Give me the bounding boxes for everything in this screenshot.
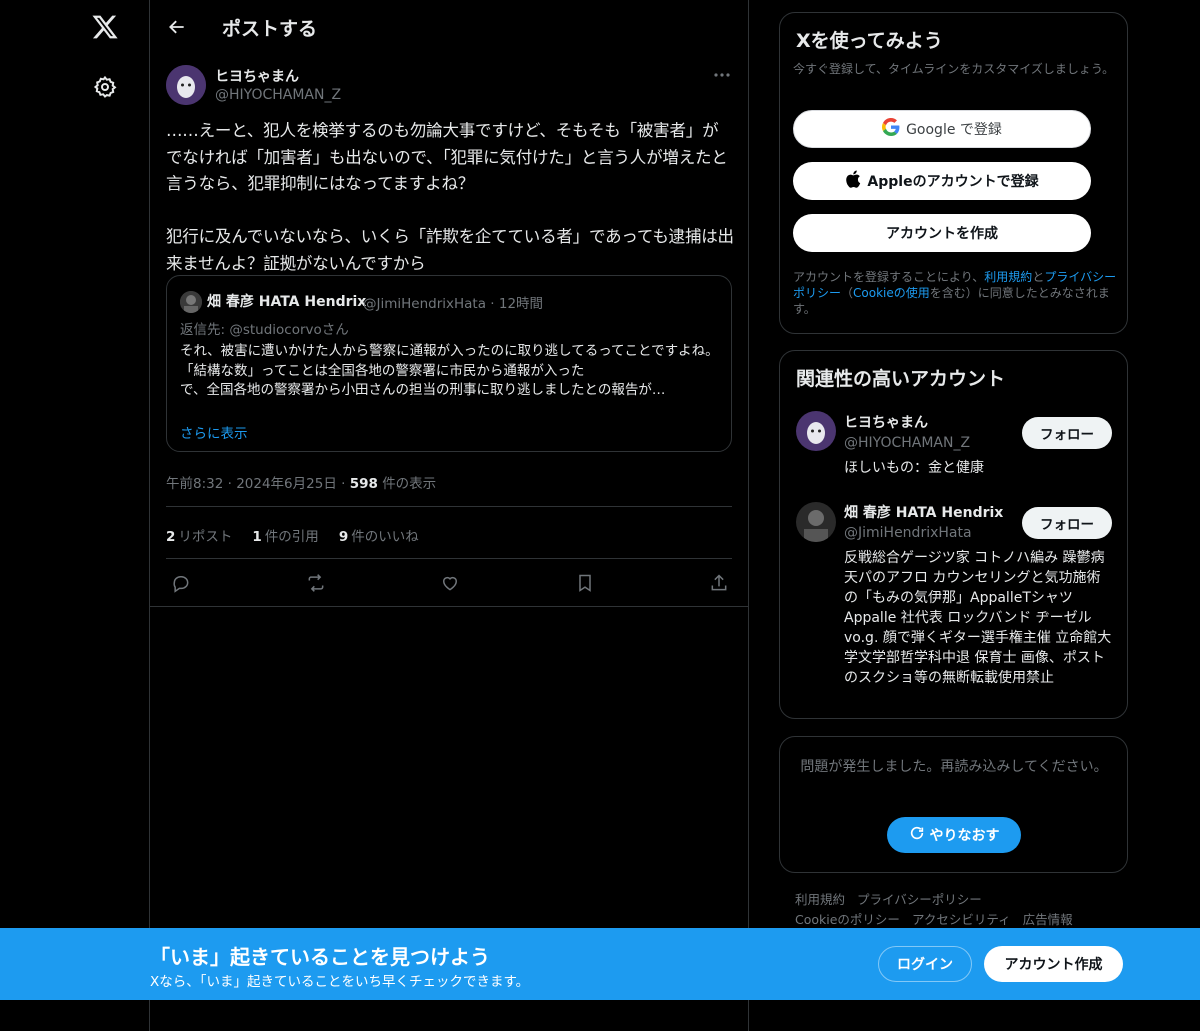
divider (150, 606, 748, 607)
account-name[interactable]: ヒヨちゃまん (844, 412, 928, 432)
error-card: 問題が発生しました。再読み込みしてください。 やりなおす (779, 736, 1128, 873)
login-button[interactable]: ログイン (878, 946, 972, 982)
settings-icon[interactable] (88, 70, 122, 104)
related-title: 関連性の高いアカウント (796, 368, 1006, 390)
account-name[interactable]: 畑 春彦 HATA Hendrix (844, 502, 1003, 522)
related-accounts-card: 関連性の高いアカウント ヒヨちゃまん @HIYOCHAMAN_Z フォロー ほし… (779, 350, 1128, 719)
more-icon[interactable] (710, 66, 734, 84)
account-handle[interactable]: @HIYOCHAMAN_Z (844, 435, 970, 451)
quoted-author-name: 畑 春彦 HATA Hendrix (207, 294, 367, 310)
error-message: 問題が発生しました。再読み込みしてください。 (800, 759, 1108, 775)
divider (166, 558, 732, 559)
apple-icon (845, 170, 861, 192)
page-header: ポストする (150, 0, 748, 54)
google-icon (882, 118, 900, 140)
author-name[interactable]: ヒヨちゃまん (215, 66, 299, 86)
avatar[interactable] (796, 502, 836, 542)
retry-label: やりなおす (929, 828, 1000, 844)
apple-signup-label: Appleのアカウントで登録 (867, 174, 1039, 190)
views-label: 件の表示 (382, 476, 437, 492)
post-actions (166, 568, 734, 598)
repost-icon[interactable] (301, 568, 331, 598)
retry-button[interactable]: やりなおす (887, 817, 1021, 853)
banner-subtitle: Xなら、「いま」起きていることをいち早くチェックできます。 (150, 974, 530, 990)
bookmark-icon[interactable] (570, 568, 600, 598)
post-date[interactable]: 2024年6月25日 (236, 476, 337, 492)
quoted-post[interactable]: 畑 春彦 HATA Hendrix @JimiHendrixHata · 12時… (166, 275, 732, 452)
avatar[interactable] (166, 65, 206, 105)
terms-link[interactable]: 利用規約 (984, 270, 1032, 284)
apple-signup-button[interactable]: Appleのアカウントで登録 (793, 162, 1091, 200)
likes-stat[interactable]: 9 件のいいね (339, 525, 419, 545)
back-arrow-icon[interactable] (162, 12, 192, 42)
reply-icon[interactable] (166, 568, 196, 598)
footer-links: 利用規約 プライバシーポリシー Cookieのポリシー アクセシビリティ 広告情報 (795, 890, 1125, 930)
post-time[interactable]: 午前8:32 (166, 476, 223, 492)
signup-card: Xを使ってみよう 今すぐ登録して、タイムラインをカスタマイズしましょう。 Goo… (779, 12, 1128, 334)
footer-link[interactable]: アクセシビリティ (912, 912, 1011, 927)
quoted-author-handle: @JimiHendrixHata · 12時間 (363, 296, 544, 312)
like-icon[interactable] (435, 568, 465, 598)
follow-button[interactable]: フォロー (1022, 507, 1112, 539)
footer-link[interactable]: プライバシーポリシー (857, 892, 982, 907)
account-handle[interactable]: @JimiHendrixHata (844, 525, 972, 541)
follow-button[interactable]: フォロー (1022, 417, 1112, 449)
reposts-stat[interactable]: 2 リポスト (166, 525, 232, 545)
post-meta: 午前8:32 · 2024年6月25日 · 598 件の表示 (166, 476, 437, 492)
post-detail-column: ポストする ヒヨちゃまん @HIYOCHAMAN_Z ……えーと、犯人を検挙する… (150, 0, 749, 1031)
avatar[interactable] (796, 411, 836, 451)
avatar (180, 291, 202, 313)
show-more-link[interactable]: さらに表示 (180, 422, 248, 442)
quotes-stat[interactable]: 1 件の引用 (252, 525, 318, 545)
post-stats: 2 リポスト 1 件の引用 9 件のいいね (166, 525, 419, 545)
refresh-icon (909, 825, 925, 845)
create-account-button[interactable]: アカウント作成 (984, 946, 1123, 982)
views-count: 598 (349, 476, 378, 492)
create-account-button[interactable]: アカウントを作成 (793, 214, 1091, 252)
footer-link[interactable]: Cookieのポリシー (795, 912, 900, 927)
signup-title: Xを使ってみよう (796, 30, 943, 52)
google-signup-button[interactable]: Google で登録 (793, 110, 1091, 148)
divider (166, 506, 732, 507)
terms-notice: アカウントを登録することにより、利用規約とプライバシーポリシー（Cookieの使… (793, 270, 1117, 316)
reply-to-label: 返信先: @studiocorvoさん (180, 322, 349, 338)
cookie-link[interactable]: Cookieの使用 (853, 286, 930, 300)
google-signup-label: Google で登録 (906, 122, 1002, 138)
x-logo-icon[interactable] (88, 10, 122, 44)
left-nav-rail (0, 0, 150, 1031)
banner-title: 「いま」起きていることを見つけよう (150, 945, 490, 969)
account-bio: 反戦総合ゲージツ家 コトノハ編み 躁鬱病 天パのアフロ カウンセリングと気功施術… (844, 550, 1112, 686)
signup-banner: 「いま」起きていることを見つけよう Xなら、「いま」起きていることをいち早くチェ… (0, 928, 1200, 1000)
post-text: ……えーと、犯人を検挙するのも勿論大事ですけど、そもそも「被害者」がでなければ「… (166, 121, 734, 273)
share-icon[interactable] (704, 568, 734, 598)
page-title: ポストする (222, 18, 318, 40)
account-bio: ほしいもの：金と健康 (844, 460, 984, 476)
footer-link[interactable]: 利用規約 (795, 892, 845, 907)
footer-link[interactable]: 広告情報 (1023, 912, 1073, 927)
quoted-text: それ、被害に遭いかけた人から警察に通報が入ったのに取り逃してるってことですよね。… (180, 343, 719, 398)
author-handle[interactable]: @HIYOCHAMAN_Z (215, 87, 341, 103)
signup-subtitle: 今すぐ登録して、タイムラインをカスタマイズしましょう。 (793, 62, 1115, 76)
